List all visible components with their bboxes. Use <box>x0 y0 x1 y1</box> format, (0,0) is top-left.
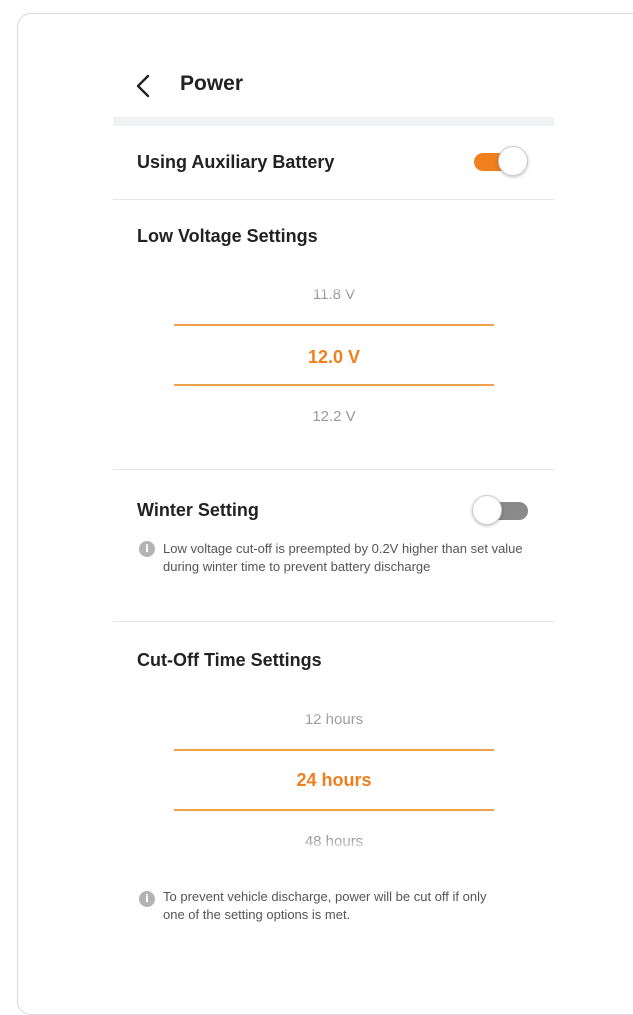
winter-note: Low voltage cut-off is preempted by 0.2V… <box>163 541 523 574</box>
footer-note: To prevent vehicle discharge, power will… <box>163 889 487 922</box>
cutoff-time-picker[interactable]: 12 hours 24 hours 48 hours <box>174 703 494 853</box>
winter-setting-toggle[interactable] <box>472 494 530 528</box>
info-icon: i <box>139 891 155 907</box>
picker-selection-line-top <box>174 749 494 751</box>
divider <box>113 199 554 200</box>
divider <box>113 469 554 470</box>
toggle-knob <box>498 146 528 176</box>
chevron-left-icon[interactable] <box>133 72 155 100</box>
picker-fade <box>174 282 494 294</box>
winter-setting-label: Winter Setting <box>137 500 259 520</box>
info-icon: i <box>139 541 155 557</box>
cutoff-time-label: Cut-Off Time Settings <box>137 650 322 670</box>
aux-battery-label: Using Auxiliary Battery <box>137 152 335 172</box>
picker-option-selected[interactable]: 24 hours <box>174 770 494 791</box>
picker-fade <box>174 703 494 719</box>
aux-battery-toggle[interactable] <box>472 145 530 179</box>
picker-fade <box>174 839 494 853</box>
picker-selection-line-bottom <box>174 384 494 386</box>
picker-selection-line-bottom <box>174 809 494 811</box>
low-voltage-label: Low Voltage Settings <box>137 226 318 246</box>
divider <box>113 621 554 622</box>
picker-option-next[interactable]: 12.2 V <box>174 408 494 425</box>
picker-selection-line-top <box>174 324 494 326</box>
header-divider-band <box>113 117 554 126</box>
low-voltage-picker[interactable]: 11.8 V 12.0 V 12.2 V <box>174 278 494 438</box>
page-title: Power <box>180 72 244 95</box>
toggle-knob <box>472 495 502 525</box>
picker-option-selected[interactable]: 12.0 V <box>174 347 494 368</box>
